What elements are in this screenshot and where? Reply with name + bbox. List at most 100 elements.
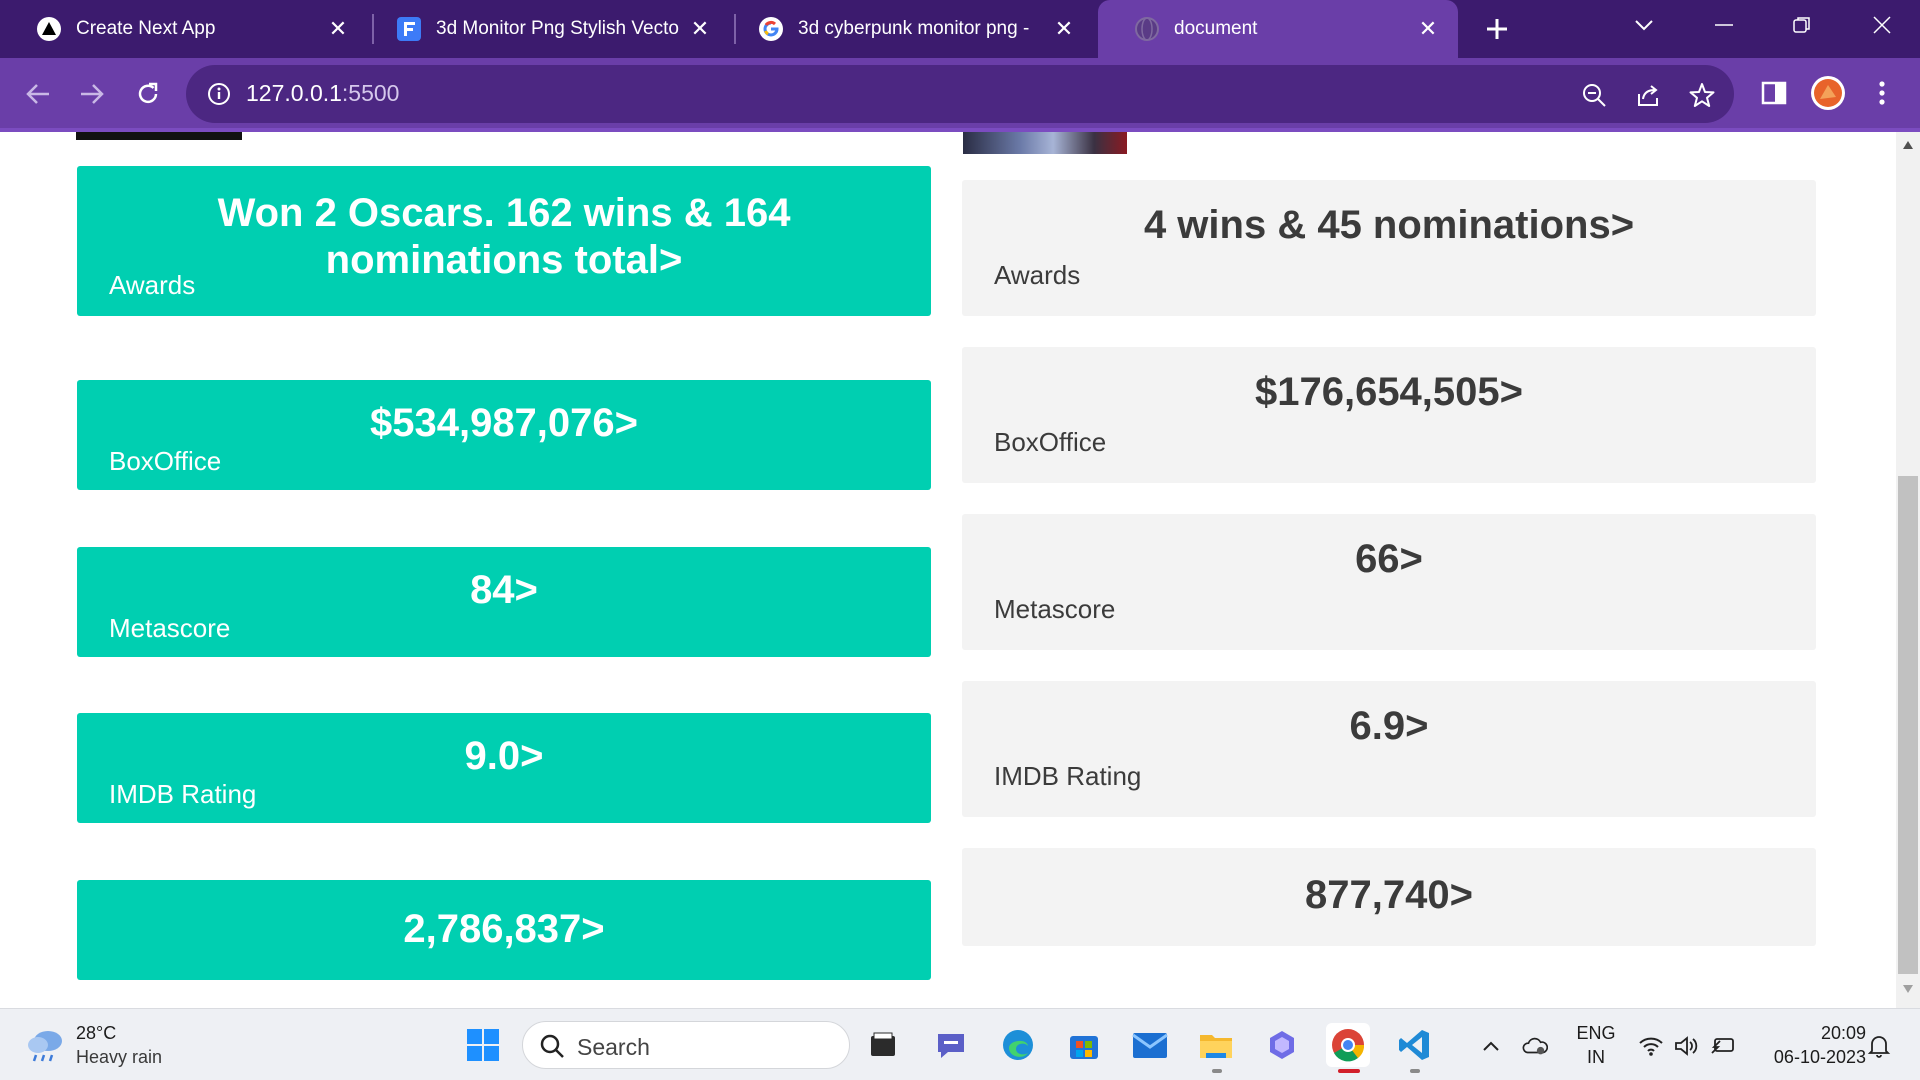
awards-label: Awards xyxy=(109,270,196,300)
url-host: 127.0.0.1 xyxy=(246,80,342,106)
wifi-icon[interactable] xyxy=(1638,1033,1664,1059)
share-icon[interactable] xyxy=(1632,79,1664,111)
browser-tab-strip: Create Next App ✕ 3d Monitor Png Stylish… xyxy=(0,0,1920,58)
scrollbar-thumb[interactable] xyxy=(1898,476,1918,974)
more-options-icon[interactable] xyxy=(1864,75,1900,111)
app-active-indicator xyxy=(1338,1069,1360,1073)
new-tab-button[interactable] xyxy=(1478,10,1516,48)
imdb-votes-card-right[interactable]: 877,740> xyxy=(962,848,1816,946)
weather-widget[interactable]: 28°C Heavy rain xyxy=(26,1023,162,1070)
teams-chat-icon[interactable] xyxy=(929,1023,973,1067)
side-panel-icon[interactable] xyxy=(1756,75,1792,111)
profile-avatar[interactable] xyxy=(1810,75,1846,111)
clock-time[interactable]: 20:09 xyxy=(1746,1023,1866,1044)
awards-card-right[interactable]: 4 wins & 45 nominations> Awards xyxy=(962,180,1816,316)
taskbar-search-box[interactable]: Search xyxy=(522,1021,850,1069)
close-window-button[interactable] xyxy=(1850,0,1914,50)
metascore-label: Metascore xyxy=(994,594,1116,624)
restore-button[interactable] xyxy=(1770,0,1834,50)
url-port: :5500 xyxy=(341,80,400,106)
reload-button[interactable] xyxy=(128,74,168,114)
metascore-label: Metascore xyxy=(109,613,231,643)
chrome-icon[interactable] xyxy=(1326,1023,1370,1067)
copilot-icon[interactable] xyxy=(1260,1023,1304,1067)
minimize-button[interactable] xyxy=(1692,0,1756,50)
clock-date[interactable]: 06-10-2023 xyxy=(1746,1047,1866,1068)
notification-bell-icon[interactable] xyxy=(1866,1033,1892,1059)
url-text: 127.0.0.1:5500 xyxy=(246,80,399,107)
weather-condition: Heavy rain xyxy=(76,1047,163,1067)
metascore-value: 84> xyxy=(470,568,538,612)
language-region[interactable]: IN xyxy=(1576,1047,1616,1068)
forward-button[interactable] xyxy=(72,74,112,114)
close-tab-icon[interactable]: ✕ xyxy=(1050,15,1078,43)
imdb-votes-card-left[interactable]: 2,786,837> xyxy=(77,880,931,980)
nextjs-icon xyxy=(36,16,62,42)
google-icon xyxy=(758,16,784,42)
show-hidden-icons-chevron-icon[interactable] xyxy=(1478,1033,1504,1059)
movie-poster-right xyxy=(963,132,1127,154)
tab-search-icon[interactable] xyxy=(1612,0,1676,50)
scroll-down-arrow-icon[interactable] xyxy=(1896,984,1920,1000)
tab-title: document xyxy=(1174,18,1258,39)
back-button[interactable] xyxy=(18,74,58,114)
boxoffice-label: BoxOffice xyxy=(994,427,1107,457)
imdb-rating-label: IMDB Rating xyxy=(994,761,1142,791)
app-running-indicator xyxy=(1212,1069,1222,1073)
imdb-votes-value: 877,740> xyxy=(1305,873,1473,917)
mail-icon[interactable] xyxy=(1128,1023,1172,1067)
rain-cloud-icon xyxy=(26,1025,66,1070)
boxoffice-card-right[interactable]: $176,654,505> BoxOffice xyxy=(962,347,1816,483)
bookmark-star-icon[interactable] xyxy=(1686,79,1718,111)
close-tab-icon[interactable]: ✕ xyxy=(686,15,714,43)
tab-document[interactable]: document ✕ xyxy=(1098,0,1458,58)
vscode-icon[interactable] xyxy=(1392,1023,1436,1067)
globe-icon xyxy=(1134,16,1160,42)
close-tab-icon[interactable]: ✕ xyxy=(324,15,352,43)
browser-toolbar: 127.0.0.1:5500 xyxy=(0,58,1920,132)
imdb-rating-label: IMDB Rating xyxy=(109,779,257,809)
awards-value: 4 wins & 45 nominations> xyxy=(1143,203,1635,247)
awards-value: Won 2 Oscars. 162 wins & 164 nominations… xyxy=(217,191,791,282)
imdb-rating-value: 6.9> xyxy=(1349,704,1429,748)
onedrive-cloud-icon[interactable] xyxy=(1522,1033,1548,1059)
boxoffice-value: $534,987,076> xyxy=(369,401,639,445)
tab-create-next-app[interactable]: Create Next App ✕ xyxy=(0,0,368,58)
tab-3d-cyberpunk-monitor[interactable]: 3d cyberpunk monitor png - ✕ xyxy=(722,0,1094,58)
boxoffice-value: $176,654,505> xyxy=(1254,370,1524,414)
folder-icon[interactable] xyxy=(1194,1023,1238,1067)
page-viewport: Won 2 Oscars. 162 wins & 164 nominations… xyxy=(0,132,1896,1008)
battery-charging-icon[interactable] xyxy=(1710,1033,1736,1059)
address-bar[interactable]: 127.0.0.1:5500 xyxy=(186,65,1734,123)
awards-card-left[interactable]: Won 2 Oscars. 162 wins & 164 nominations… xyxy=(77,166,931,316)
imdb-rating-card-left[interactable]: 9.0> IMDB Rating xyxy=(77,713,931,823)
metascore-card-right[interactable]: 66> Metascore xyxy=(962,514,1816,650)
app-running-indicator xyxy=(1410,1069,1420,1073)
file-explorer-dark-icon[interactable] xyxy=(861,1023,905,1067)
windows-start-icon[interactable] xyxy=(461,1023,505,1067)
page-scrollbar[interactable] xyxy=(1896,132,1920,1008)
language-code[interactable]: ENG xyxy=(1576,1023,1616,1044)
search-label: Search xyxy=(577,1034,650,1060)
metascore-card-left[interactable]: 84> Metascore xyxy=(77,547,931,657)
edge-icon[interactable] xyxy=(996,1023,1040,1067)
microsoft-store-icon[interactable] xyxy=(1062,1023,1106,1067)
tab-title: 3d Monitor Png Stylish Vecto xyxy=(436,18,679,39)
metascore-value: 66> xyxy=(1355,537,1423,581)
tab-title: 3d cyberpunk monitor png - xyxy=(798,18,1030,39)
weather-temp: 28°C xyxy=(76,1023,117,1043)
close-tab-icon[interactable]: ✕ xyxy=(1414,15,1442,43)
imdb-rating-card-right[interactable]: 6.9> IMDB Rating xyxy=(962,681,1816,817)
windows-taskbar: 28°C Heavy rain Search ENG IN 20:09 06-1… xyxy=(0,1008,1920,1080)
imdb-rating-value: 9.0> xyxy=(464,734,544,778)
zoom-icon[interactable] xyxy=(1578,79,1610,111)
site-info-icon[interactable] xyxy=(206,81,232,107)
freepik-icon xyxy=(396,16,422,42)
search-icon xyxy=(539,1033,565,1064)
volume-icon[interactable] xyxy=(1674,1033,1700,1059)
imdb-votes-value: 2,786,837> xyxy=(403,907,605,951)
boxoffice-card-left[interactable]: $534,987,076> BoxOffice xyxy=(77,380,931,490)
tab-3d-monitor-png[interactable]: 3d Monitor Png Stylish Vecto ✕ xyxy=(360,0,730,58)
scroll-up-arrow-icon[interactable] xyxy=(1896,140,1920,156)
movie-poster-left xyxy=(76,132,242,140)
